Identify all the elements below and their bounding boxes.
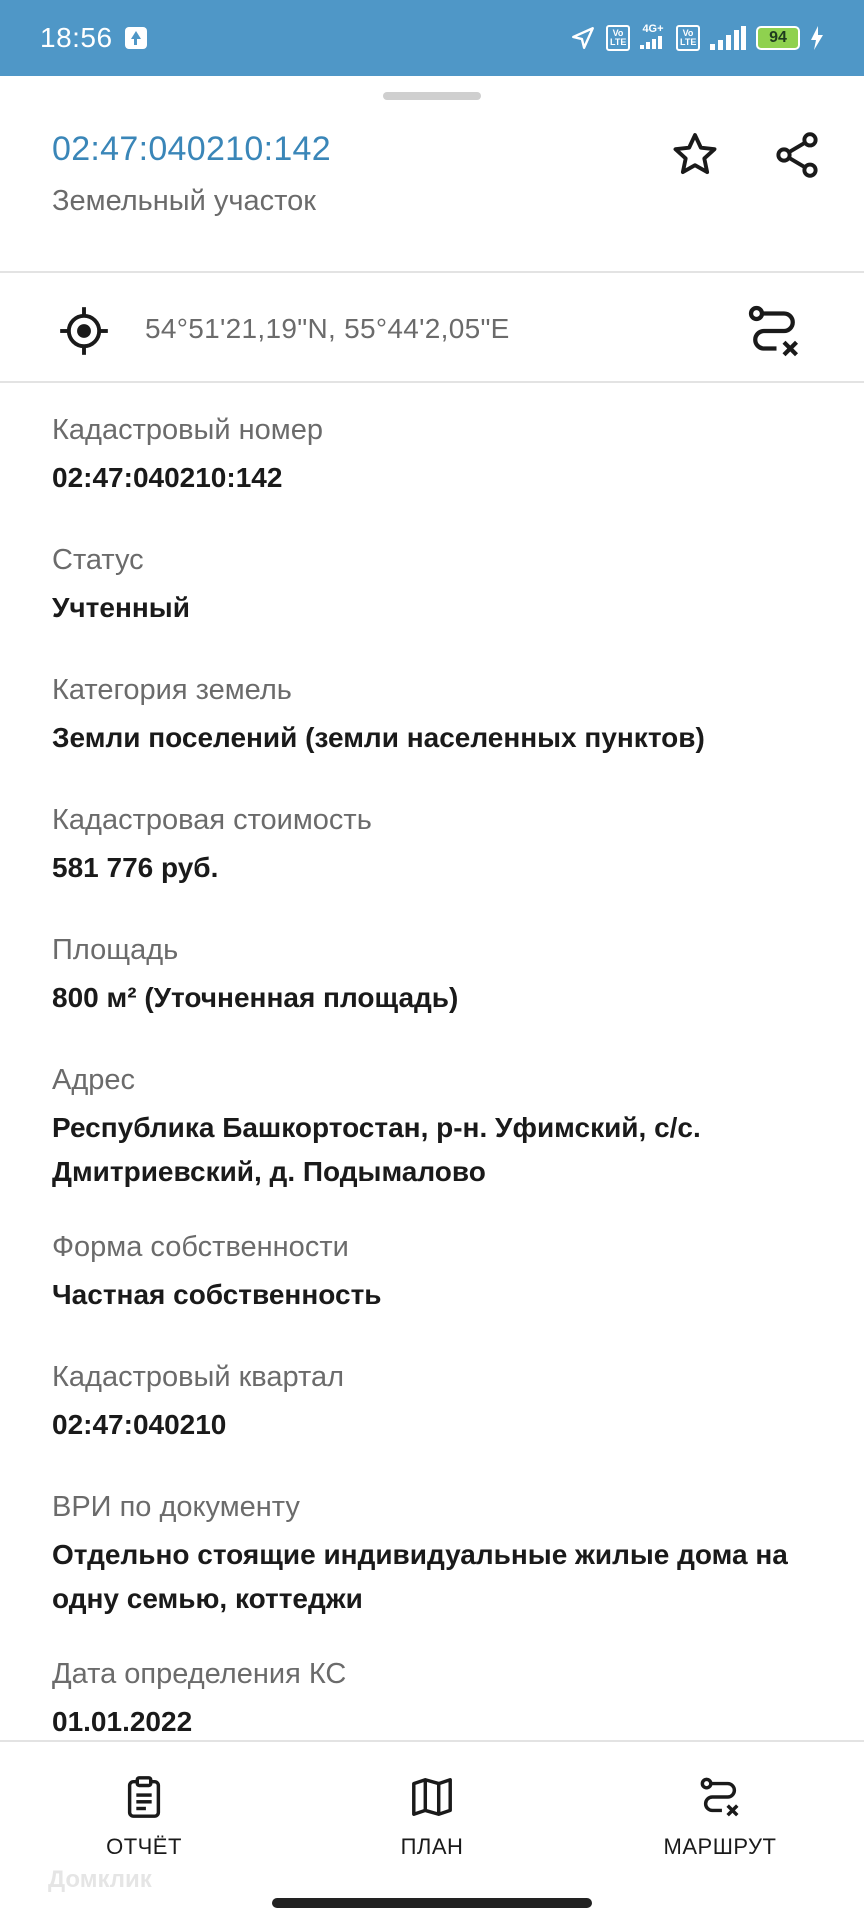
map-icon xyxy=(407,1772,457,1822)
favorite-button[interactable] xyxy=(668,128,722,182)
field-status: Статус Учтенный xyxy=(52,538,832,668)
header: 02:47:040210:142 Земельный участок xyxy=(52,130,331,218)
field-label: Кадастровый квартал xyxy=(52,1361,345,1393)
charging-icon xyxy=(810,26,824,50)
share-icon xyxy=(776,132,818,178)
field-address: Адрес Республика Башкортостан, р-н. Уфим… xyxy=(52,1058,832,1225)
field-value: Частная собственность xyxy=(52,1279,382,1310)
upload-icon xyxy=(124,27,147,49)
tab-route[interactable]: МАРШРУТ xyxy=(576,1742,864,1880)
page-title: 02:47:040210:142 xyxy=(52,130,331,168)
field-label: Категория земель xyxy=(52,674,292,706)
tab-report[interactable]: ОТЧЁТ xyxy=(0,1742,288,1880)
route-icon xyxy=(695,1772,745,1822)
field-value: Республика Башкортостан, р-н. Уфимский, … xyxy=(52,1112,701,1187)
signal-icon xyxy=(710,26,746,50)
field-label: Статус xyxy=(52,544,144,576)
report-icon xyxy=(119,1772,169,1822)
field-cadastral-number: Кадастровый номер 02:47:040210:142 xyxy=(52,408,832,538)
field-label: Кадастровая стоимость xyxy=(52,804,372,836)
field-area: Площадь 800 м² (Уточненная площадь) xyxy=(52,928,832,1058)
field-cadastral-quarter: Кадастровый квартал 02:47:040210 xyxy=(52,1355,832,1485)
field-value: Земли поселений (земли населенных пункто… xyxy=(52,722,705,753)
target-location-icon xyxy=(60,307,108,355)
header-actions xyxy=(668,128,824,182)
location-arrow-icon xyxy=(570,25,596,51)
field-value: 01.01.2022 xyxy=(52,1706,193,1737)
route-icon[interactable] xyxy=(744,301,804,361)
bottom-tab-bar: ОТЧЁТ ПЛАН МАРШРУТ xyxy=(0,1740,864,1880)
coordinates-text: 54°51'21,19"N, 55°44'2,05"E xyxy=(145,313,510,344)
field-label: Дата определения КС xyxy=(52,1658,347,1690)
coordinates-row[interactable]: 54°51'21,19"N, 55°44'2,05"E xyxy=(0,277,864,381)
share-button[interactable] xyxy=(770,128,824,182)
tab-plan[interactable]: ПЛАН xyxy=(288,1742,576,1880)
battery-indicator: 94 xyxy=(756,26,800,50)
network-type: 4G+ xyxy=(640,24,666,52)
drag-handle[interactable] xyxy=(383,92,481,100)
field-value: Отдельно стоящие индивидуальные жилые до… xyxy=(52,1539,788,1614)
field-label: Кадастровый номер xyxy=(52,414,323,446)
divider xyxy=(0,381,864,383)
field-value: 581 776 руб. xyxy=(52,852,219,883)
field-label: Адрес xyxy=(52,1064,136,1096)
field-cadastral-value: Кадастровая стоимость 581 776 руб. xyxy=(52,798,832,928)
field-label: ВРИ по документу xyxy=(52,1491,300,1523)
field-permitted-use: ВРИ по документу Отдельно стоящие индиви… xyxy=(52,1485,832,1652)
field-label: Площадь xyxy=(52,934,179,966)
volte-badge-1: Vo LTE xyxy=(606,25,630,51)
tab-label: ПЛАН xyxy=(400,1834,464,1859)
page-subtitle: Земельный участок xyxy=(52,185,316,217)
field-value: Учтенный xyxy=(52,592,190,623)
field-value: 02:47:040210 xyxy=(52,1409,227,1440)
field-value: 02:47:040210:142 xyxy=(52,462,283,493)
property-details: Кадастровый номер 02:47:040210:142 Стату… xyxy=(52,408,832,1782)
field-ownership-form: Форма собственности Частная собственност… xyxy=(52,1225,832,1355)
star-icon xyxy=(673,133,717,175)
tab-label: ОТЧЁТ xyxy=(106,1834,182,1859)
tab-label: МАРШРУТ xyxy=(663,1834,777,1859)
status-time: 18:56 xyxy=(40,22,113,53)
status-bar: 18:56 Vo LTE 4G+ Vo LTE 94 xyxy=(0,0,864,76)
divider xyxy=(0,271,864,273)
home-indicator[interactable] xyxy=(272,1898,592,1908)
watermark-logo: Домклик xyxy=(48,1866,152,1893)
field-value: 800 м² (Уточненная площадь) xyxy=(52,982,459,1013)
field-label: Форма собственности xyxy=(52,1231,349,1263)
field-land-category: Категория земель Земли поселений (земли … xyxy=(52,668,832,798)
volte-badge-2: Vo LTE xyxy=(676,25,700,51)
